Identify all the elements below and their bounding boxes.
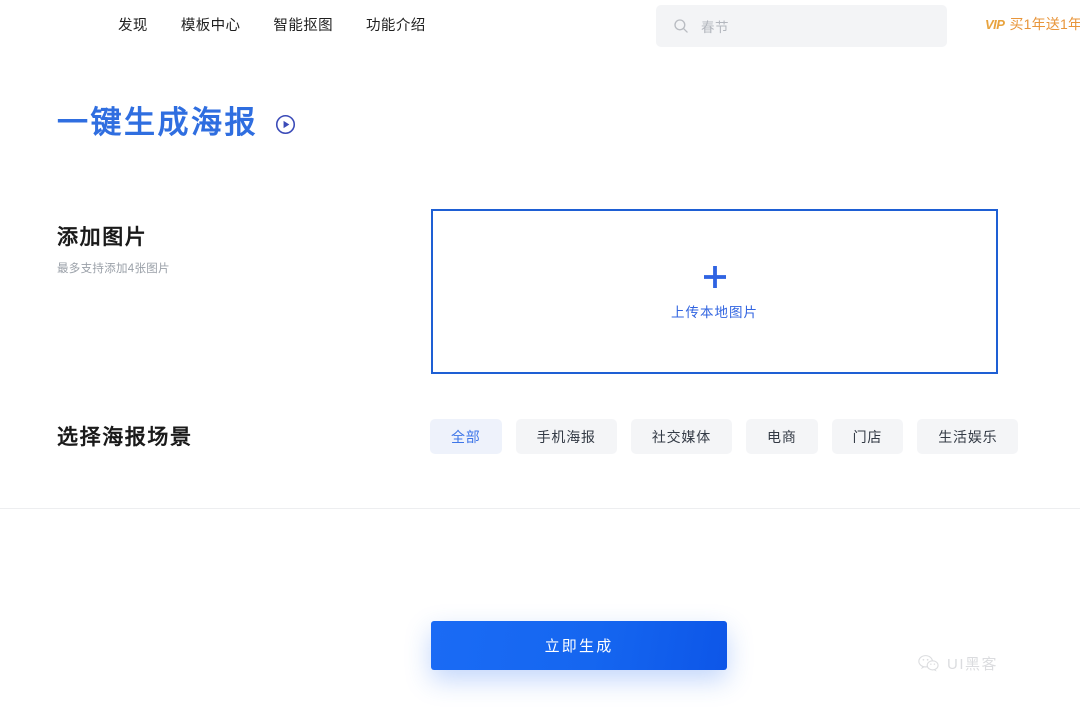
section-divider — [0, 508, 1080, 509]
main-navigation: 发现 模板中心 智能抠图 功能介绍 — [118, 0, 426, 53]
scene-chip-life-entertainment[interactable]: 生活娱乐 — [917, 419, 1019, 454]
top-header: 发现 模板中心 智能抠图 功能介绍 春节 VIP 买1年送1年 — [0, 0, 1080, 53]
search-icon — [674, 19, 688, 33]
nav-template-center[interactable]: 模板中心 — [181, 19, 241, 34]
scene-chip-group: 全部 手机海报 社交媒体 电商 门店 生活娱乐 — [430, 419, 1019, 454]
add-image-heading: 添加图片 — [57, 226, 148, 249]
scene-section-label: 选择海报场景 — [57, 424, 193, 451]
generate-button[interactable]: 立即生成 — [431, 621, 727, 670]
scene-chip-store[interactable]: 门店 — [831, 419, 904, 454]
vip-promo-label: 买1年送1年 — [1009, 16, 1080, 32]
nav-discover[interactable]: 发现 — [118, 19, 148, 34]
search-input[interactable]: 春节 — [656, 5, 947, 47]
app-page: 发现 模板中心 智能抠图 功能介绍 春节 VIP 买1年送1年 一键生成海报 添… — [0, 0, 1080, 714]
vip-badge-icon: VIP — [985, 16, 1005, 32]
add-image-subtext: 最多支持添加4张图片 — [57, 263, 170, 276]
nav-smart-cutout[interactable]: 智能抠图 — [273, 19, 333, 34]
scene-chip-all[interactable]: 全部 — [430, 419, 502, 454]
scene-chip-social-media[interactable]: 社交媒体 — [630, 419, 733, 454]
add-image-section-label: 添加图片 最多支持添加4张图片 — [57, 224, 170, 276]
vip-promo-button[interactable]: VIP 买1年送1年 — [985, 14, 1080, 34]
wechat-icon — [918, 655, 939, 672]
page-title-row: 一键生成海报 — [57, 104, 296, 141]
plus-icon — [703, 266, 726, 288]
scene-chip-mobile-poster[interactable]: 手机海报 — [515, 419, 617, 454]
nav-features[interactable]: 功能介绍 — [366, 19, 426, 34]
search-placeholder-text: 春节 — [701, 20, 729, 35]
watermark: UI黑客 — [918, 653, 998, 674]
watermark-text: UI黑客 — [947, 656, 999, 673]
upload-label: 上传本地图片 — [671, 305, 758, 320]
scene-heading: 选择海报场景 — [57, 426, 193, 449]
scene-chip-ecommerce[interactable]: 电商 — [746, 419, 818, 454]
upload-dropzone[interactable]: 上传本地图片 — [431, 209, 998, 374]
page-title: 一键生成海报 — [57, 105, 258, 140]
play-circle-icon[interactable] — [275, 114, 296, 135]
